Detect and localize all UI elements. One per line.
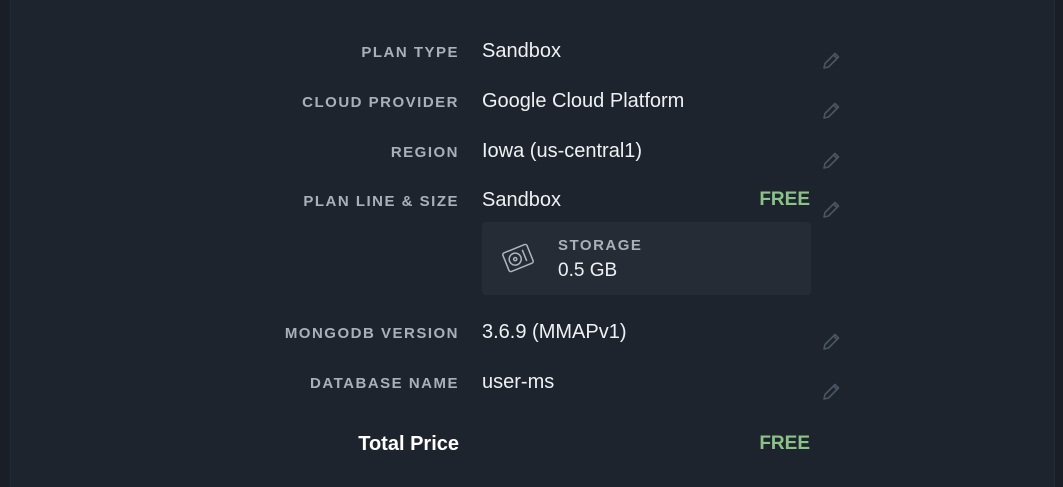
plan-line-size-label: PLAN LINE & SIZE (303, 193, 459, 210)
database-name-row: DATABASE NAME user-ms (0, 371, 1063, 401)
total-price-value: FREE (759, 433, 810, 454)
mongodb-version-label: MONGODB VERSION (284, 325, 459, 342)
region-row: REGION Iowa (us-central1) (0, 140, 1063, 170)
edit-cloud-provider-pencil-icon[interactable] (820, 100, 842, 122)
cloud-provider-value: Google Cloud Platform (482, 90, 685, 112)
cloud-provider-row: CLOUD PROVIDER Google Cloud Platform (0, 90, 1063, 120)
edit-mongodb-version-pencil-icon[interactable] (820, 331, 842, 353)
plan-type-row: PLAN TYPE Sandbox (0, 40, 1063, 70)
database-name-label: DATABASE NAME (310, 375, 459, 392)
plan-price: FREE (759, 189, 810, 210)
plan-type-label: PLAN TYPE (361, 44, 459, 61)
database-name-value: user-ms (482, 371, 555, 393)
storage-value: 0.5 GB (558, 260, 618, 281)
region-label: REGION (390, 144, 459, 161)
plan-type-value: Sandbox (482, 40, 561, 62)
edit-plan-line-pencil-icon[interactable] (820, 199, 842, 221)
edit-database-name-pencil-icon[interactable] (820, 381, 842, 403)
plan-line-size-value: Sandbox (482, 189, 561, 211)
storage-card: STORAGE 0.5 GB (482, 222, 811, 295)
storage-label: STORAGE (558, 237, 643, 254)
plan-line-size-row: PLAN LINE & SIZE Sandbox FREE (0, 189, 1063, 219)
edit-plan-type-pencil-icon[interactable] (820, 50, 842, 72)
edit-region-pencil-icon[interactable] (820, 150, 842, 172)
total-price-label: Total Price (358, 433, 459, 455)
mongodb-version-row: MONGODB VERSION 3.6.9 (MMAPv1) (0, 321, 1063, 351)
region-value: Iowa (us-central1) (482, 140, 643, 162)
hard-drive-icon (502, 243, 534, 273)
mongodb-version-value: 3.6.9 (MMAPv1) (482, 321, 627, 343)
cloud-provider-label: CLOUD PROVIDER (302, 94, 459, 111)
